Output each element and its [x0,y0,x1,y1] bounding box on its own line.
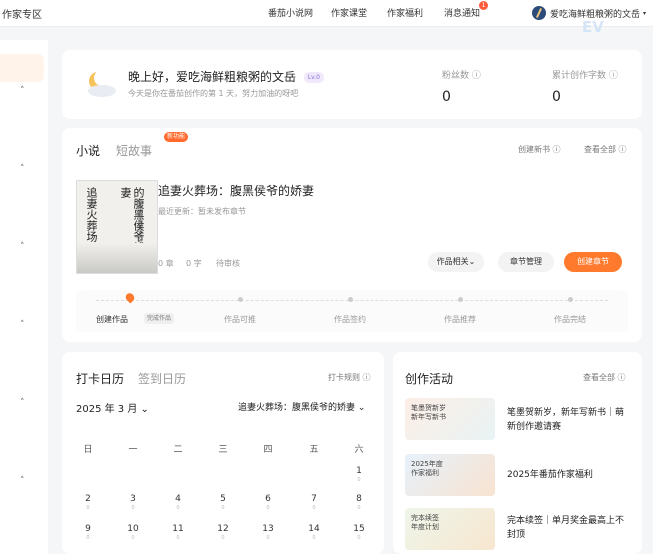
chapter-manage-button[interactable]: 章节管理 [498,252,554,272]
checkin-calendar-card: 打卡日历 签到日历 打卡规则 ⓘ 2025 年 3 月 ⌄ 追妻火葬场：腹黑侯爷… [62,352,384,554]
month-select[interactable]: 2025 年 3 月 ⌄ [76,400,149,415]
calendar-day[interactable]: 70 [304,494,324,511]
weekday-mon: 一 [128,445,138,455]
sidebar: ˄ ˄ ˄ ˄ ˄ ˄ [0,40,48,554]
calendar-day[interactable]: 14 0 [304,524,324,541]
greeting-card: 晚上好，爱吃海鲜粗粮粥的文岳 Lv.0 今天是你在番茄创作的第 1 天，努力加油… [62,50,642,119]
step-finish: 作品完结 [554,315,586,324]
calendar-day[interactable]: 80 [349,494,369,511]
chevron-up-icon[interactable]: ˄ [20,164,25,174]
step-sign: 作品签约 [334,315,366,324]
book-title[interactable]: 追妻火葬场：腹黑侯爷的娇妻 [158,182,314,199]
avatar [532,6,546,20]
activities-title: 创作活动 [405,372,454,386]
tab-checkin-calendar[interactable]: 打卡日历 [76,370,124,387]
nav-fanqie-novel[interactable]: 番茄小说网 [268,6,313,19]
tab-signin-calendar[interactable]: 签到日历 [138,370,186,387]
tab-short-story[interactable]: 短故事 [116,142,152,159]
chevron-up-icon[interactable]: ˄ [20,320,25,330]
create-book-link[interactable]: 创建新书 ⓘ [518,144,561,155]
calendar-day[interactable]: 60 [258,494,278,511]
tab-novel[interactable]: 小说 [76,142,100,159]
checkin-rules-link[interactable]: 打卡规则 ⓘ [328,372,371,383]
calendar-day[interactable]: 13 0 [258,524,278,541]
step-recommendable: 作品可推 [224,315,256,324]
book-cover[interactable]: 追妻火葬场 的腹黑侯爷娇妻 爱吃海鲜粗粮粥的文岳 著 [76,180,158,274]
calendar-day[interactable]: 15 0 [349,524,369,541]
greeting-title: 晚上好，爱吃海鲜粗粮粥的文岳 Lv.0 [128,68,324,85]
step-recommend: 作品推荐 [444,315,476,324]
progress-steps: 创建作品 完成作品 作品可推 作品签约 作品推荐 作品完结 [76,290,628,332]
moon-cloud-icon [88,70,116,97]
greeting-text: 晚上好，爱吃海鲜粗粮粥的文岳 [128,70,297,84]
activities-card: 创作活动 查看全部 ⓘ 笔墨贺新岁 新年写新书 笔墨贺新岁，新年写新书｜萌新创作… [393,352,642,554]
activity-thumbnail[interactable]: 2025年度 作家福利 [405,454,495,496]
watermark-logo: EV [582,18,604,36]
step-dot [238,297,243,302]
activity-thumbnail[interactable]: 完本续签 年度计划 [405,508,495,550]
view-all-works-link[interactable]: 查看全部 ⓘ [584,144,627,155]
nav-notifications[interactable]: 消息通知 1 [444,1,489,19]
fans-stat: 粉丝数 ⓘ 0 [442,68,481,105]
review-status: 待审核 [216,259,240,268]
create-chapter-button[interactable]: 创建章节 [564,252,622,272]
calendar-day[interactable]: 20 [78,494,98,511]
new-feature-badge: 新功能 [164,132,189,142]
notification-badge: 1 [479,1,489,10]
chevron-up-icon[interactable]: ˄ [20,398,25,408]
caret-down-icon: ▾ [643,9,647,17]
greeting-subtitle: 今天是你在番茄创作的第 1 天，努力加油的呀吧 [128,89,299,98]
works-card: 小说 短故事 新功能 创建新书 ⓘ 查看全部 ⓘ 追妻火葬场 的腹黑侯爷娇妻 爱… [62,128,642,342]
sidebar-item-active[interactable] [0,54,44,82]
words-label: 累计创作字数 ⓘ [552,71,618,81]
calendar-day[interactable]: 40 [168,494,188,511]
activity-title[interactable]: 笔墨贺新岁，新年写新书｜萌新创作邀请赛 [507,406,627,434]
weekday-sun: 日 [83,445,93,455]
weekday-tue: 二 [173,445,183,455]
weekday-wed: 三 [218,445,228,455]
activity-thumbnail[interactable]: 笔墨贺新岁 新年写新书 [405,398,495,440]
activity-title[interactable]: 2025年番茄作家福利 [507,468,627,482]
calendar-day[interactable]: 10 [349,466,369,483]
view-all-activities-link[interactable]: 查看全部 ⓘ [583,372,626,383]
level-badge[interactable]: Lv.0 [303,72,324,83]
calendar-day[interactable]: 10 0 [123,524,143,541]
nav-writer-class[interactable]: 作家课堂 [331,6,367,19]
calendar-day[interactable]: 50 [213,494,233,511]
activity-title[interactable]: 完本续签｜单月奖金最高上不封顶 [507,514,627,542]
calendar-day[interactable]: 30 [123,494,143,511]
word-count: 0 字 [186,259,202,268]
fans-value: 0 [442,89,451,105]
chevron-up-icon[interactable]: ˄ [20,476,25,486]
step-create: 创建作品 [96,315,128,324]
chapter-count: 0 章 [158,259,174,268]
fans-label: 粉丝数 ⓘ [442,71,481,81]
chevron-up-icon[interactable]: ˄ [20,86,25,96]
weekday-thu: 四 [263,445,273,455]
weekday-fri: 五 [309,445,319,455]
words-value: 0 [552,89,561,105]
words-stat: 累计创作字数 ⓘ 0 [552,68,618,105]
step-dot [348,297,353,302]
calendar-day[interactable]: 11 0 [168,524,188,541]
book-select[interactable]: 追妻火葬场：腹黑侯爷的娇妻 ⌄ [238,400,365,413]
nav-notifications-label: 消息通知 [444,9,481,19]
calendar-day[interactable]: 90 [78,524,98,541]
step-current-tag: 完成作品 [144,313,175,324]
chevron-up-icon[interactable]: ˄ [20,242,25,252]
cover-mist [77,243,157,273]
top-bar: 作家专区 番茄小说网 作家课堂 作家福利 消息通知 1 爱吃海鲜粗粮粥的文岳 ▾ [0,0,653,27]
nav-writer-welfare[interactable]: 作家福利 [387,6,423,19]
work-related-button[interactable]: 作品相关⌄ [428,252,484,272]
brand-title[interactable]: 作家专区 [2,6,42,21]
book-update: 最近更新：暂未发布章节 [158,207,246,216]
calendar-day[interactable]: 12 0 [213,524,233,541]
weekday-sat: 六 [354,445,364,455]
step-dot [568,297,573,302]
step-dot [458,297,463,302]
